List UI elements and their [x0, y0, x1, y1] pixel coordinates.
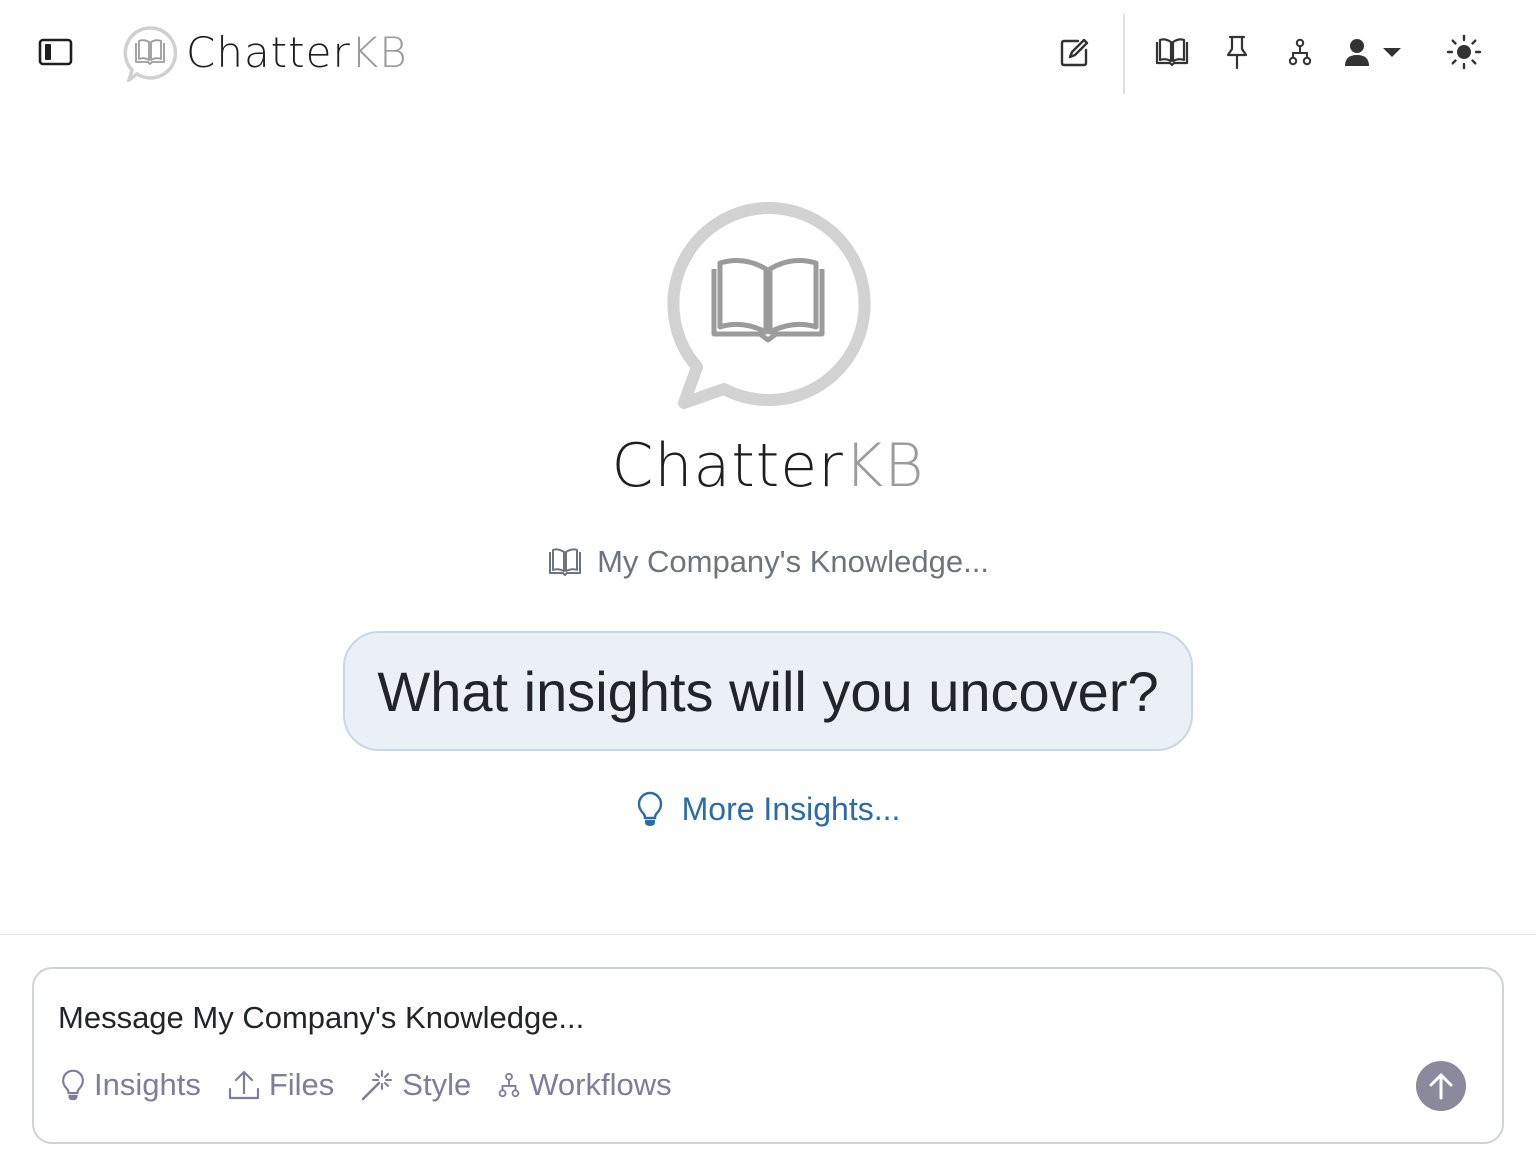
header-divider: [1123, 14, 1125, 94]
pinned-button[interactable]: [1215, 30, 1259, 74]
lightbulb-icon: [637, 791, 662, 826]
style-label: Style: [402, 1067, 472, 1102]
edit-icon: [1060, 38, 1089, 67]
book-icon: [1155, 38, 1189, 67]
hierarchy-icon: [498, 1072, 520, 1098]
insights-label: Insights: [94, 1067, 201, 1102]
workflows-tool-button[interactable]: Workflows: [497, 1067, 672, 1103]
user-icon: [1345, 39, 1369, 66]
message-composer: Insights Files Style: [32, 967, 1504, 1144]
arrow-up-icon: [1429, 1073, 1453, 1100]
more-insights-label: More Insights...: [681, 790, 901, 827]
insights-button[interactable]: Insights: [60, 1067, 201, 1103]
more-insights-link[interactable]: More Insights...: [0, 790, 1536, 828]
sidebar-toggle-icon[interactable]: [38, 36, 74, 68]
hero-chat-book-logo-icon: [667, 201, 871, 409]
chat-book-logo-icon: [123, 26, 178, 82]
hero-wordmark-light: KB: [843, 431, 925, 501]
knowledge-base-selector[interactable]: My Company's Knowledge...: [0, 544, 1536, 580]
upload-icon: [228, 1070, 259, 1100]
wordmark-dark: Chatter: [186, 28, 351, 77]
lightbulb-icon: [62, 1069, 84, 1101]
theme-toggle-button[interactable]: [1442, 30, 1486, 74]
wordmark-light: KB: [350, 28, 408, 77]
knowledge-bases-button[interactable]: [1150, 30, 1194, 74]
workflows-label: Workflows: [529, 1067, 672, 1102]
hero-wordmark-dark: Chatter: [611, 431, 844, 501]
style-button[interactable]: Style: [360, 1067, 471, 1103]
workflows-button[interactable]: [1278, 30, 1322, 74]
top-navbar: ChatterKB: [0, 0, 1536, 104]
new-chat-button[interactable]: [1053, 30, 1097, 74]
caret-down-icon: [1383, 48, 1401, 57]
prompt-headline: What insights will you uncover?: [343, 631, 1193, 751]
send-button[interactable]: [1416, 1061, 1466, 1111]
composer-divider: [0, 934, 1536, 935]
magic-wand-icon: [361, 1070, 393, 1101]
sun-icon: [1446, 34, 1482, 70]
account-menu-button[interactable]: [1343, 30, 1423, 74]
knowledge-base-label: My Company's Knowledge...: [597, 544, 989, 579]
book-icon: [549, 548, 582, 576]
files-button[interactable]: Files: [227, 1067, 334, 1103]
pin-icon: [1226, 35, 1248, 70]
hierarchy-icon: [1288, 38, 1312, 66]
app-wordmark: ChatterKB: [186, 32, 408, 74]
message-input[interactable]: [58, 993, 1458, 1043]
app-logo[interactable]: ChatterKB: [120, 24, 408, 82]
composer-toolbar: Insights Files Style Workflows: [60, 1067, 672, 1103]
files-label: Files: [268, 1067, 335, 1102]
hero-wordmark: ChatterKB: [0, 430, 1536, 502]
